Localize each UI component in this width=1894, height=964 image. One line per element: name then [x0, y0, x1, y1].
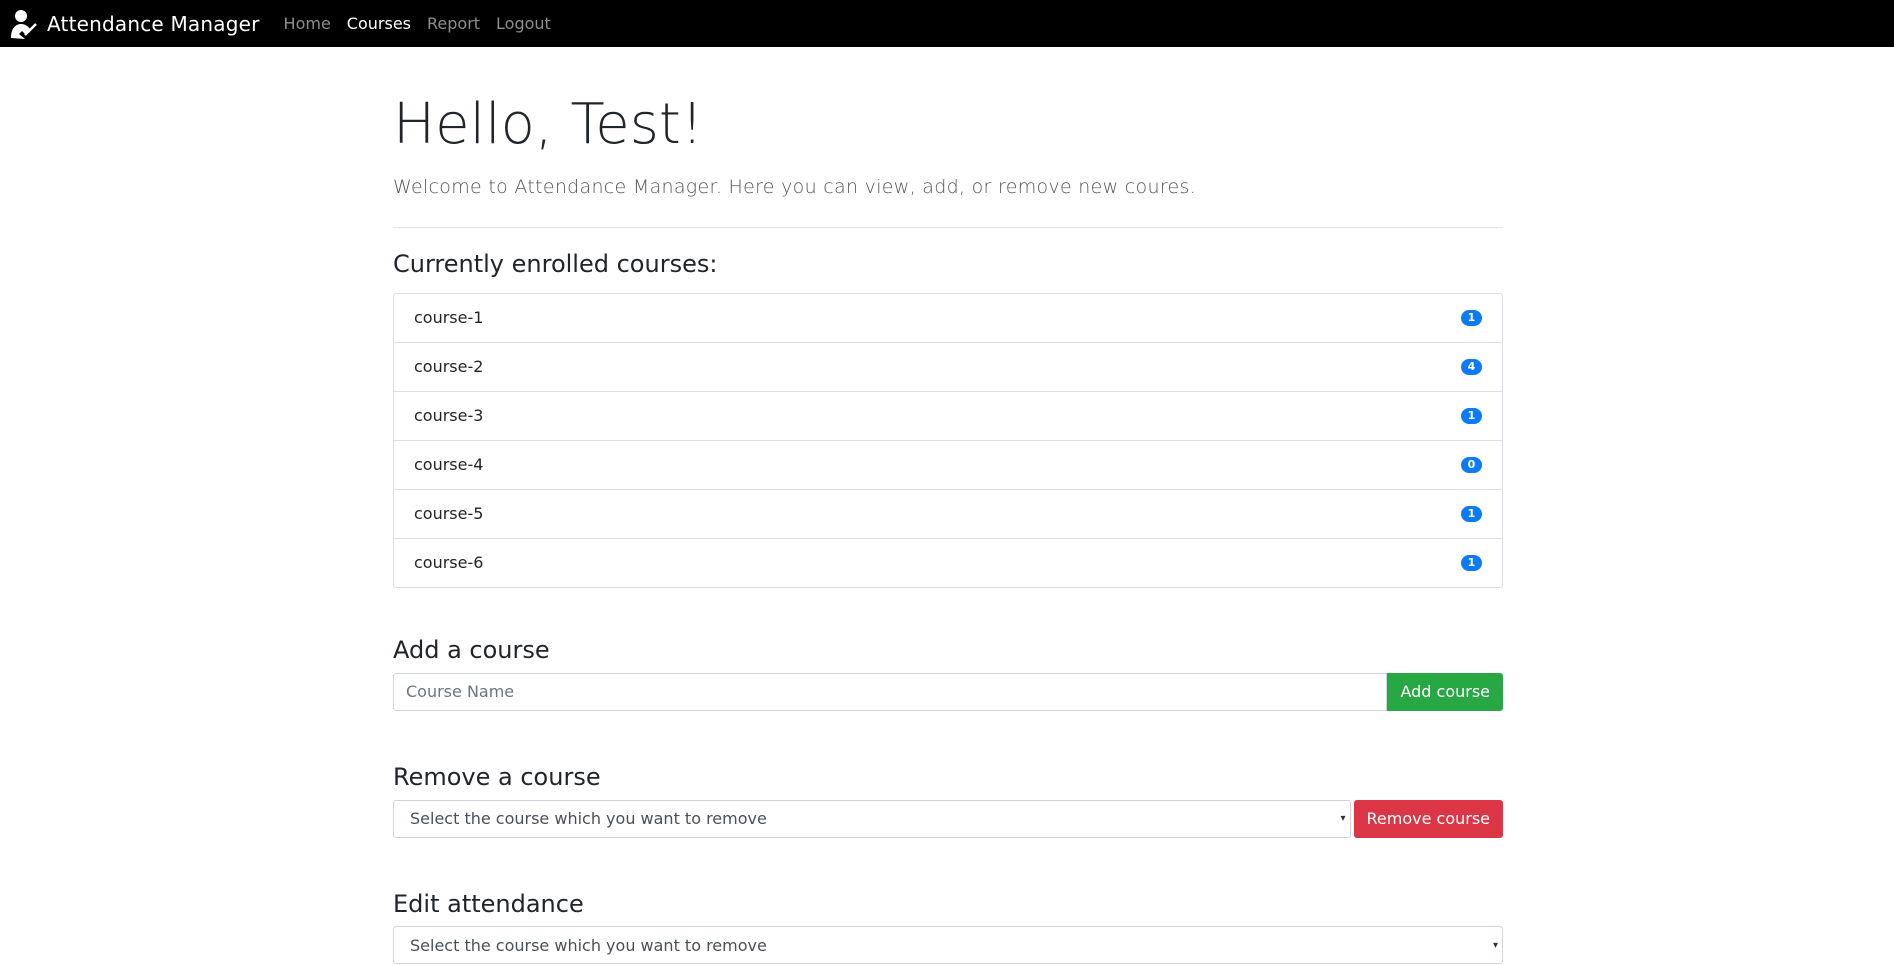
course-count-badge: 0 — [1461, 456, 1482, 473]
course-name: course-1 — [414, 308, 484, 328]
course-count-badge: 1 — [1461, 407, 1482, 424]
remove-course-select[interactable]: Select the course which you want to remo… — [393, 799, 1351, 838]
attendance-user-icon — [11, 9, 37, 39]
remove-course-select-value: Select the course which you want to remo… — [410, 809, 767, 829]
edit-attendance-heading: Edit attendance — [393, 889, 584, 918]
edit-attendance-select-value: Select the course which you want to remo… — [410, 935, 767, 955]
brand[interactable]: Attendance Manager — [8, 8, 260, 40]
course-list-item[interactable]: course-6 1 — [394, 537, 1502, 587]
remove-course-button[interactable]: Remove course — [1353, 799, 1503, 838]
remove-course-heading: Remove a course — [393, 762, 601, 791]
nav-courses-link[interactable]: Courses — [347, 14, 411, 33]
course-count-badge: 1 — [1461, 554, 1482, 571]
course-name: course-2 — [414, 357, 484, 377]
course-count-badge: 1 — [1461, 505, 1482, 522]
edit-attendance-select[interactable]: Select the course which you want to remo… — [393, 926, 1503, 964]
add-course-heading: Add a course — [393, 635, 550, 664]
course-name: course-4 — [414, 455, 484, 475]
nav-logout-link[interactable]: Logout — [496, 14, 551, 33]
course-list-item[interactable]: course-5 1 — [394, 488, 1502, 538]
page-title: Hello, Test! — [393, 92, 704, 157]
enrolled-course-list: course-1 1 course-2 4 course-3 1 course-… — [393, 292, 1503, 588]
course-list-item[interactable]: course-2 4 — [394, 341, 1502, 391]
main-container: Hello, Test! Welcome to Attendance Manag… — [393, 47, 1503, 964]
brand-title: Attendance Manager — [47, 11, 260, 36]
nav-report-link[interactable]: Report — [427, 14, 480, 33]
add-course-form: Add course — [393, 672, 1503, 711]
course-name: course-5 — [414, 504, 484, 524]
course-list-item[interactable]: course-4 0 — [394, 439, 1502, 489]
course-name: course-3 — [414, 406, 484, 426]
top-navbar: Attendance Manager Home Courses Report L… — [0, 0, 1894, 47]
divider — [393, 227, 1503, 229]
nav-home-link[interactable]: Home — [284, 14, 331, 33]
course-name-input[interactable] — [393, 672, 1388, 711]
course-count-badge: 1 — [1461, 309, 1482, 326]
course-name: course-6 — [414, 553, 484, 573]
chevron-down-icon: ▾ — [1492, 939, 1498, 951]
welcome-text: Welcome to Attendance Manager. Here you … — [393, 176, 1197, 199]
enrolled-heading: Currently enrolled courses: — [393, 250, 718, 279]
add-course-button[interactable]: Add course — [1387, 672, 1503, 711]
course-list-item[interactable]: course-3 1 — [394, 390, 1502, 440]
course-list-item[interactable]: course-1 1 — [394, 294, 1502, 342]
edit-attendance-section: Edit attendance Select the course which … — [393, 890, 1503, 964]
add-course-section: Add a course Add course — [393, 636, 1503, 711]
remove-course-form: Select the course which you want to remo… — [393, 799, 1503, 838]
chevron-down-icon: ▾ — [1340, 813, 1346, 825]
course-count-badge: 4 — [1461, 358, 1482, 375]
edit-attendance-form: Select the course which you want to remo… — [393, 926, 1503, 964]
remove-course-section: Remove a course Select the course which … — [393, 763, 1503, 838]
